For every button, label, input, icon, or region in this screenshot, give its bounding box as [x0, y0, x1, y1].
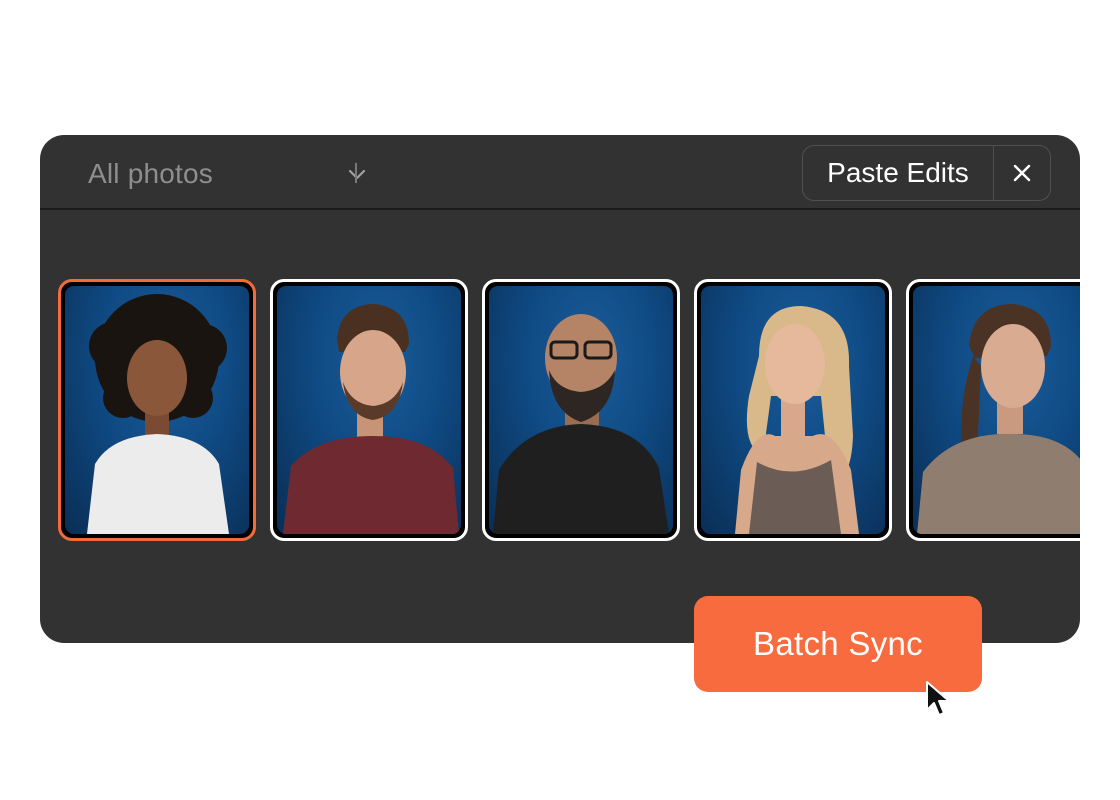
portrait-photo — [701, 286, 885, 534]
portrait-photo — [277, 286, 461, 534]
portrait-photo — [913, 286, 1080, 534]
photo-thumbnail[interactable] — [270, 279, 468, 541]
photo-strip — [40, 135, 1080, 643]
batch-sync-button[interactable]: Batch Sync — [694, 596, 982, 692]
photo-thumbnail[interactable] — [906, 279, 1080, 541]
portrait-photo — [65, 286, 249, 534]
photo-thumbnail[interactable] — [694, 279, 892, 541]
photo-panel: All photos Paste Edits — [40, 135, 1080, 643]
portrait-photo — [489, 286, 673, 534]
photo-thumbnail[interactable] — [482, 279, 680, 541]
mouse-pointer-icon — [926, 681, 950, 716]
photo-thumbnail[interactable] — [58, 279, 256, 541]
